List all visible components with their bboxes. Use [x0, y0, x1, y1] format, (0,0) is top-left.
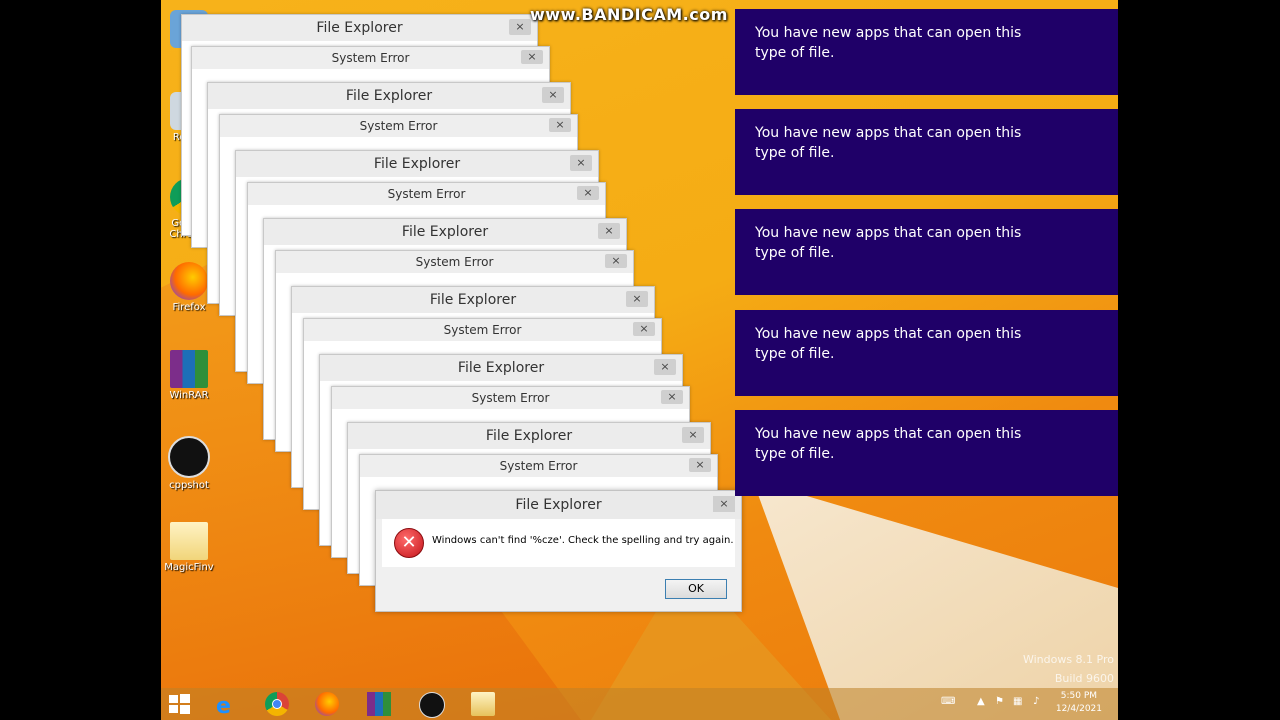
window-title: File Explorer — [345, 88, 433, 104]
window-title: System Error — [471, 391, 550, 405]
window-titlebar[interactable]: System Error × — [304, 319, 661, 341]
volume-icon[interactable]: ♪ — [1033, 696, 1039, 707]
window-titlebar[interactable]: System Error × — [332, 387, 689, 409]
close-button[interactable]: × — [654, 359, 676, 375]
window-title: System Error — [415, 255, 494, 269]
window-title: System Error — [387, 187, 466, 201]
chrome-icon[interactable] — [265, 692, 289, 716]
firefox-icon — [170, 262, 208, 300]
keyboard-icon[interactable]: ⌨ — [941, 696, 955, 707]
close-button[interactable]: × — [626, 291, 648, 307]
taskbar: e ⌨ ▲ ⚑ ▦ ♪ 5:50 PM 12/4/2021 — [161, 688, 1118, 720]
notification-toast[interactable]: You have new apps that can open this typ… — [735, 9, 1118, 95]
window-titlebar[interactable]: File Explorer × — [320, 355, 682, 381]
desktop-icon-label: WinRAR — [169, 390, 209, 401]
file-explorer-error-dialog[interactable]: File Explorer × ✕ Windows can't find '%c… — [375, 490, 742, 612]
toast-text: You have new apps that can open this typ… — [755, 225, 1022, 261]
cppshot-icon — [168, 436, 210, 478]
window-title: File Explorer — [457, 360, 545, 376]
window-title: System Error — [359, 119, 438, 133]
desktop-icon-winrar[interactable]: WinRAR — [163, 350, 215, 402]
svg-text:e: e — [216, 694, 231, 716]
window-titlebar[interactable]: File Explorer × — [264, 219, 626, 245]
window-titlebar[interactable]: File Explorer × — [208, 83, 570, 109]
toast-text: You have new apps that can open this typ… — [755, 426, 1022, 462]
notification-toast[interactable]: You have new apps that can open this typ… — [735, 310, 1118, 396]
close-button[interactable]: × — [570, 155, 592, 171]
close-button[interactable]: × — [605, 254, 627, 268]
dialog-content: ✕ Windows can't find '%cze'. Check the s… — [382, 519, 735, 567]
window-title: File Explorer — [485, 428, 573, 444]
dialog-titlebar[interactable]: File Explorer × — [376, 491, 741, 519]
desktop-icon-magicfinv[interactable]: MagicFinv — [163, 522, 215, 574]
folder-icon — [170, 522, 208, 560]
clock-time: 5:50 PM — [1060, 691, 1098, 701]
window-title: System Error — [331, 51, 410, 65]
window-title: File Explorer — [401, 224, 489, 240]
window-title: File Explorer — [316, 20, 403, 36]
window-title: File Explorer — [373, 156, 461, 172]
winrar-icon — [170, 350, 208, 388]
taskbar-clock[interactable]: 5:50 PM 12/4/2021 — [1056, 690, 1102, 716]
clock-date: 12/4/2021 — [1055, 704, 1102, 714]
close-button[interactable]: × — [542, 87, 564, 103]
winrar-icon[interactable] — [367, 692, 391, 716]
close-button[interactable]: × — [713, 496, 735, 512]
close-button[interactable]: × — [633, 322, 655, 336]
close-button[interactable]: × — [598, 223, 620, 239]
ok-button[interactable]: OK — [665, 579, 727, 599]
error-message: Windows can't find '%cze'. Check the spe… — [432, 535, 734, 546]
close-button[interactable]: × — [577, 186, 599, 200]
bandicam-watermark: www.BANDICAM.com — [530, 5, 728, 24]
toast-text: You have new apps that can open this typ… — [755, 25, 1022, 61]
window-title: System Error — [499, 459, 578, 473]
toast-text: You have new apps that can open this typ… — [755, 326, 1022, 362]
notification-toast[interactable]: You have new apps that can open this typ… — [735, 109, 1118, 195]
dialog-title: File Explorer — [515, 497, 602, 513]
close-button[interactable]: × — [521, 50, 543, 64]
firefox-icon[interactable] — [315, 692, 339, 716]
show-hidden-icons-icon[interactable]: ▲ — [977, 696, 985, 707]
close-button[interactable]: × — [689, 458, 711, 472]
desktop: Recycl Google Chrome Firefox WinRAR cpps… — [161, 0, 1118, 720]
window-titlebar[interactable]: System Error × — [220, 115, 577, 137]
window-titlebar[interactable]: System Error × — [276, 251, 633, 273]
cppshot-icon[interactable] — [419, 692, 445, 718]
window-titlebar[interactable]: System Error × — [192, 47, 549, 69]
window-title: File Explorer — [429, 292, 517, 308]
window-titlebar[interactable]: File Explorer × — [292, 287, 654, 313]
windows-start-icon[interactable] — [167, 692, 191, 716]
os-edition: Windows 8.1 Pro — [1022, 653, 1114, 666]
desktop-icon-label: cppshot — [169, 480, 209, 491]
desktop-icon-label: Firefox — [172, 302, 206, 313]
file-explorer-icon[interactable] — [471, 692, 495, 716]
window-titlebar[interactable]: File Explorer × — [236, 151, 598, 177]
close-button[interactable]: × — [661, 390, 683, 404]
os-build: Build 9600 — [1054, 672, 1114, 685]
window-titlebar[interactable]: File Explorer × — [348, 423, 710, 449]
window-titlebar[interactable]: System Error × — [360, 455, 717, 477]
action-center-flag-icon[interactable]: ⚑ — [995, 696, 1004, 707]
window-titlebar[interactable]: System Error × — [248, 183, 605, 205]
close-button[interactable]: × — [682, 427, 704, 443]
close-button[interactable]: × — [509, 19, 531, 35]
network-icon[interactable]: ▦ — [1013, 696, 1022, 707]
windows-version-watermark: Windows 8.1 Pro Build 9600 — [1023, 650, 1114, 688]
desktop-icon-label: MagicFinv — [164, 562, 214, 573]
window-titlebar[interactable]: File Explorer × — [182, 15, 537, 41]
toast-text: You have new apps that can open this typ… — [755, 125, 1022, 161]
error-icon: ✕ — [394, 528, 424, 558]
notification-toast[interactable]: You have new apps that can open this typ… — [735, 209, 1118, 295]
desktop-icon-cppshot[interactable]: cppshot — [163, 436, 215, 492]
close-button[interactable]: × — [549, 118, 571, 132]
notification-toast[interactable]: You have new apps that can open this typ… — [735, 410, 1118, 496]
internet-explorer-icon[interactable]: e — [213, 692, 237, 719]
window-title: System Error — [443, 323, 522, 337]
